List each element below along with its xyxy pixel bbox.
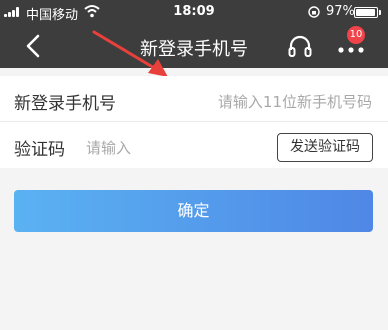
confirm-button[interactable]: 确定 (14, 190, 373, 232)
new-phone-row: 新登录手机号 请输入11位新手机号码 (0, 76, 388, 122)
status-bar: 中国移动 18:09 97% (0, 0, 388, 24)
notification-badge: 10 (347, 26, 365, 44)
new-phone-input[interactable]: 请输入11位新手机号码 (218, 91, 372, 112)
phone-change-form: 新登录手机号 请输入11位新手机号码 验证码 请输入 发送验证码 (0, 76, 388, 168)
headset-icon[interactable] (286, 33, 314, 61)
verification-code-row: 验证码 请输入 发送验证码 (0, 122, 388, 168)
battery-level (356, 9, 376, 16)
battery-icon (354, 7, 378, 18)
rotation-lock-icon (308, 6, 320, 18)
new-phone-label: 新登录手机号 (14, 94, 116, 114)
battery-tip (379, 10, 381, 15)
battery-percent: 97% (326, 4, 355, 19)
verification-code-label: 验证码 (14, 140, 65, 160)
page-title: 新登录手机号 (140, 39, 248, 60)
verification-code-input[interactable]: 请输入 (86, 137, 131, 158)
nav-bar: 新登录手机号 10 (0, 24, 388, 68)
send-code-button[interactable]: 发送验证码 (277, 133, 373, 162)
